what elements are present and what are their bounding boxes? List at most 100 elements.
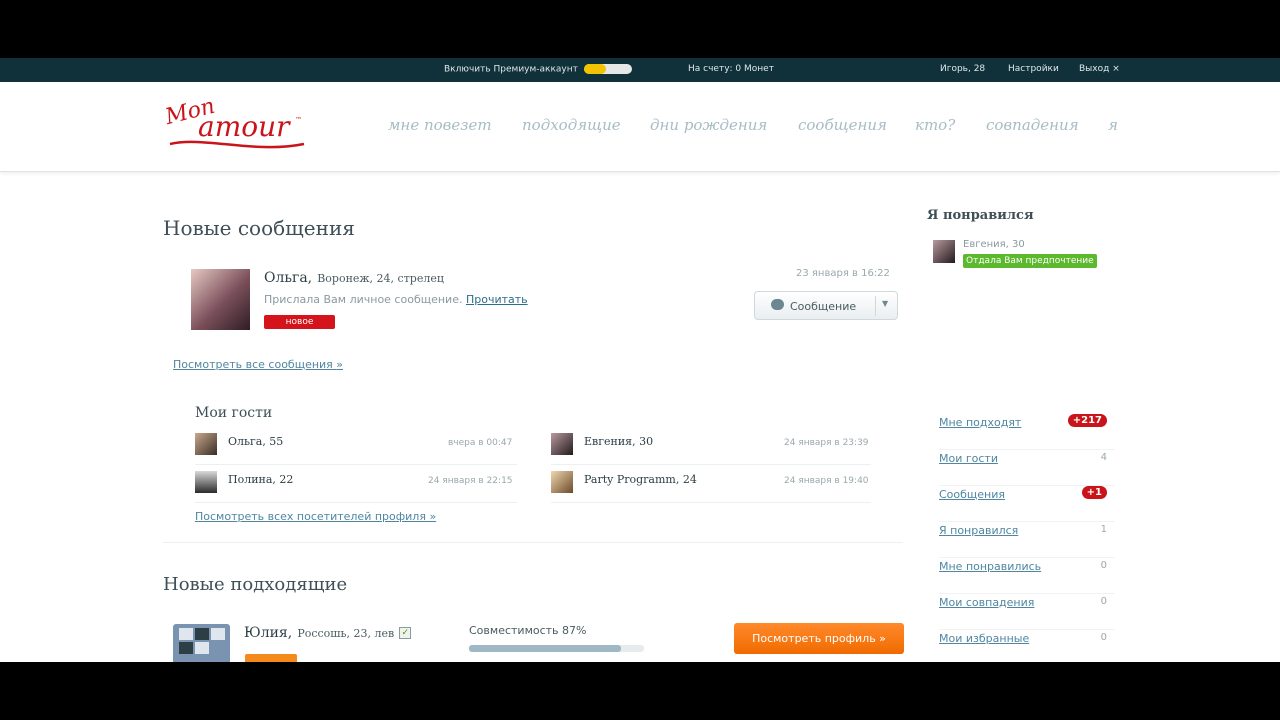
guest-time: 24 января в 19:40 <box>784 476 869 486</box>
liked-title: Я понравился <box>927 208 1034 223</box>
nav-messages[interactable]: сообщения <box>798 116 887 134</box>
sidebar-item-favorites[interactable]: Мои избранные 0 <box>939 630 1115 662</box>
liked-name[interactable]: Евгения, 30 <box>963 239 1025 250</box>
new-badge: новое <box>264 315 335 329</box>
message-sender-avatar[interactable] <box>191 269 250 330</box>
guests-title: Мои гости <box>195 405 273 421</box>
arrow-right-icon: » <box>336 358 344 371</box>
compatibility-label: Совместимость 87% <box>469 624 587 637</box>
guest-time: 24 января в 23:39 <box>784 438 869 448</box>
guest-avatar[interactable] <box>195 471 217 493</box>
guest-avatar[interactable] <box>195 433 217 455</box>
photo-tile <box>195 642 209 654</box>
premium-toggle[interactable] <box>583 64 632 74</box>
top-bar: Включить Премиум-аккаунт На счету: 0 Мон… <box>0 58 1280 86</box>
toggle-knob <box>583 64 606 74</box>
user-link[interactable]: Игорь, 28 <box>940 64 985 74</box>
read-link[interactable]: Прочитать <box>466 293 528 306</box>
sidebar-item-suitable[interactable]: Мне подходят +217 <box>939 414 1115 450</box>
sidebar-item-label[interactable]: Сообщения <box>939 488 1005 501</box>
sidebar-item-label[interactable]: Мои совпадения <box>939 596 1034 609</box>
section-divider <box>163 542 903 543</box>
guest-time: вчера в 00:47 <box>448 438 513 448</box>
zodiac-check-icon: ✓ <box>399 626 412 639</box>
sidebar-item-count: 4 <box>1100 452 1107 463</box>
photo-tile <box>179 628 193 640</box>
guest-name[interactable]: Ольга, 55 <box>228 435 283 448</box>
sender-details: Воронеж, 24, стрелец <box>317 272 444 285</box>
match-details: Россошь, 23, лев <box>297 627 395 640</box>
divider <box>551 502 871 503</box>
premium-label: Включить Премиум-аккаунт <box>444 64 578 75</box>
site-header: Mon amour ™ мне повезет подходящие дни р… <box>0 82 1280 172</box>
svg-text:amour: amour <box>198 110 291 143</box>
sidebar-item-messages[interactable]: Сообщения +1 <box>939 486 1115 522</box>
sidebar-item-count: 1 <box>1100 524 1107 535</box>
nav-me[interactable]: я <box>1108 116 1118 134</box>
arrow-right-icon: » <box>429 510 437 523</box>
sidebar-item-count: +1 <box>1081 486 1107 499</box>
message-time: 23 января в 16:22 <box>796 268 890 279</box>
logout-link[interactable]: Выход × <box>1079 64 1120 74</box>
match-badge <box>245 654 297 662</box>
premium-toggle-area[interactable]: Включить Премиум-аккаунт <box>444 64 632 75</box>
view-all-guests-link[interactable]: Посмотреть всех посетителей профиля » <box>195 510 436 523</box>
photo-tile <box>179 642 193 654</box>
speech-bubble-icon <box>771 299 784 310</box>
nav-birthdays[interactable]: дни рождения <box>650 116 767 134</box>
sidebar-item-label[interactable]: Мои избранные <box>939 632 1029 645</box>
divider <box>195 502 517 503</box>
message-preview: Прислала Вам личное сообщение. Прочитать <box>264 293 528 306</box>
button-divider <box>875 296 876 316</box>
guest-avatar[interactable] <box>551 471 573 493</box>
view-profile-button[interactable]: Посмотреть профиль » <box>734 623 904 654</box>
view-all-messages-link[interactable]: Посмотреть все сообщения » <box>173 358 343 371</box>
divider <box>195 464 517 465</box>
browser-viewport: Включить Премиум-аккаунт На счету: 0 Мон… <box>0 58 1280 662</box>
guest-time: 24 января в 22:15 <box>428 476 513 486</box>
photo-tile <box>211 628 225 640</box>
guest-name[interactable]: Party Programm, 24 <box>584 473 697 486</box>
liked-avatar[interactable] <box>933 240 955 263</box>
sidebar-item-count: 0 <box>1100 632 1107 643</box>
message-button[interactable]: Сообщение ▼ <box>754 291 898 320</box>
mon-amour-logo[interactable]: Mon amour ™ <box>162 94 309 158</box>
guest-avatar[interactable] <box>551 433 573 455</box>
sidebar-item-label[interactable]: Мои гости <box>939 452 998 465</box>
nav-suitable[interactable]: подходящие <box>522 116 621 134</box>
settings-link[interactable]: Настройки <box>1008 64 1059 74</box>
nav-who[interactable]: кто? <box>915 116 955 134</box>
view-all-guests-label: Посмотреть всех посетителей профиля <box>195 510 426 523</box>
guest-name[interactable]: Полина, 22 <box>228 473 293 486</box>
sidebar-item-label[interactable]: Мне подходят <box>939 416 1021 429</box>
balance-text: На счету: 0 Монет <box>688 64 774 74</box>
match-name[interactable]: Юлия, <box>244 625 292 641</box>
messages-title: Новые сообщения <box>163 216 355 240</box>
sender-name[interactable]: Ольга, <box>264 270 312 286</box>
sidebar-item-liked-me[interactable]: Я понравился 1 <box>939 522 1115 558</box>
guest-name[interactable]: Евгения, 30 <box>584 435 653 448</box>
sidebar-item-i-liked[interactable]: Мне понравились 0 <box>939 558 1115 594</box>
message-text: Прислала Вам личное сообщение. <box>264 293 463 306</box>
sidebar-item-matches[interactable]: Мои совпадения 0 <box>939 594 1115 630</box>
message-sender: Ольга, Воронеж, 24, стрелец <box>264 267 444 286</box>
sidebar-item-count: +217 <box>1067 414 1107 427</box>
sidebar-item-count: 0 <box>1100 560 1107 571</box>
photo-tile <box>195 628 209 640</box>
divider <box>551 464 871 465</box>
nav-lucky[interactable]: мне повезет <box>388 116 492 134</box>
message-button-label: Сообщение <box>790 300 857 313</box>
view-all-messages-label: Посмотреть все сообщения <box>173 358 333 371</box>
svg-text:™: ™ <box>295 116 302 124</box>
chevron-down-icon[interactable]: ▼ <box>882 299 888 308</box>
matches-title: Новые подходящие <box>163 574 348 595</box>
sidebar-item-label[interactable]: Мне понравились <box>939 560 1041 573</box>
compatibility-bar-fill <box>469 645 622 652</box>
sidebar-item-count: 0 <box>1100 596 1107 607</box>
sidebar-item-label[interactable]: Я понравился <box>939 524 1018 537</box>
compatibility-bar <box>469 645 644 652</box>
nav-matches[interactable]: совпадения <box>986 116 1079 134</box>
preference-badge: Отдала Вам предпочтение <box>963 254 1097 268</box>
match-avatar[interactable] <box>173 624 230 662</box>
sidebar-item-guests[interactable]: Мои гости 4 <box>939 450 1115 486</box>
